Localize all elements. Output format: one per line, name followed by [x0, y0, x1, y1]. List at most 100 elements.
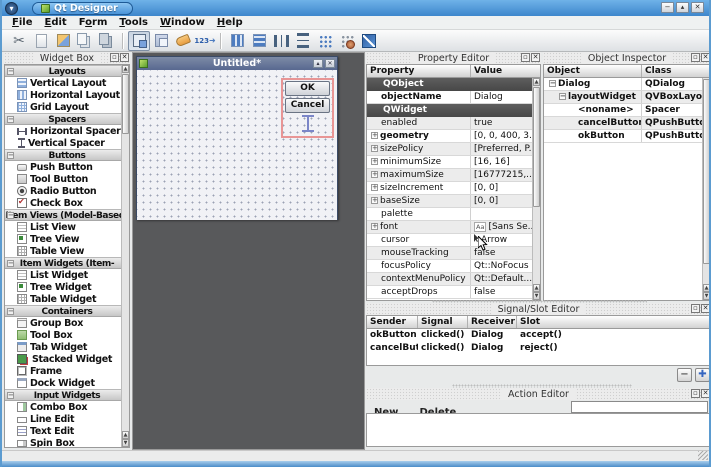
action-list[interactable] [366, 413, 711, 447]
menu-window[interactable]: Window [154, 17, 211, 28]
widget-box-item[interactable]: Stacked Widget [5, 353, 129, 365]
object-inspector-row[interactable]: cancelButtonQPushButton [544, 117, 710, 130]
page-toolbar-button[interactable] [30, 31, 52, 51]
action-editor-float-button[interactable]: ▫ [691, 389, 700, 398]
widget-box-item[interactable]: Frame [5, 365, 129, 377]
widget-box-item[interactable]: Dock Widget [5, 377, 129, 389]
vertical-spacer[interactable] [301, 115, 315, 132]
ok-button[interactable]: OK [285, 81, 330, 96]
object-inspector-row[interactable]: <noname>Spacer [544, 104, 710, 117]
property-row[interactable]: +sizePolicy[Preferred, P... [367, 143, 540, 156]
widget-box-close-button[interactable]: ✕ [120, 53, 129, 62]
scroll-up-icon[interactable]: ▲ [533, 78, 540, 86]
property-row[interactable]: +maximumSize[16777215,... [367, 169, 540, 182]
scroll-thumb[interactable] [122, 74, 129, 134]
grid-toolbar-button[interactable] [314, 31, 336, 51]
collapse-icon[interactable]: − [7, 152, 14, 159]
selected-layout[interactable]: OK Cancel [281, 78, 334, 138]
widget-box-section-buttons[interactable]: −Buttons [5, 149, 129, 161]
menu-help[interactable]: Help [211, 17, 249, 28]
menu-file[interactable]: File [6, 17, 38, 28]
widget-box-item[interactable]: Grid Layout [5, 101, 129, 113]
copy-dark-toolbar-button[interactable] [96, 31, 118, 51]
property-value[interactable]: Qt::Default... [471, 273, 540, 285]
close-button[interactable]: ✕ [691, 2, 704, 13]
widget-box-item[interactable]: Tree Widget [5, 281, 129, 293]
paste-toolbar-button[interactable] [52, 31, 74, 51]
action-editor-close-button[interactable]: ✕ [701, 389, 710, 398]
action-editor-titlebar[interactable]: Action Editor ▫ ✕ [366, 388, 711, 400]
widget-box-item[interactable]: Spin Box [5, 437, 129, 448]
object-inspector-row[interactable]: okButtonQPushButton [544, 130, 710, 143]
widget-box-section-spacers[interactable]: −Spacers [5, 113, 129, 125]
form-shade-button[interactable]: ▴ [313, 59, 323, 68]
property-row[interactable]: acceptDropsfalse [367, 286, 540, 299]
widget-box-item[interactable]: List Widget [5, 269, 129, 281]
expand-icon[interactable]: + [371, 171, 378, 178]
property-editor-close-button[interactable]: ✕ [531, 53, 540, 62]
expand-icon[interactable]: + [371, 132, 378, 139]
signal-slot-float-button[interactable]: ▫ [691, 304, 700, 313]
scroll-down-icon[interactable]: ▼ [122, 439, 129, 447]
column-header[interactable]: Slot [517, 316, 710, 328]
property-row[interactable]: enabledtrue [367, 117, 540, 130]
widget-box-item[interactable]: Text Edit [5, 425, 129, 437]
collapse-icon[interactable]: − [7, 116, 14, 123]
lv-toolbar-button[interactable] [248, 31, 270, 51]
scroll-thumb[interactable] [533, 87, 540, 207]
widget-box-float-button[interactable]: ▫ [110, 53, 119, 62]
break-toolbar-button[interactable] [336, 31, 358, 51]
scroll-thumb[interactable] [703, 79, 710, 264]
action-filter-input[interactable] [571, 401, 708, 413]
object-inspector-row[interactable]: −layoutWidgetQVBoxLayout [544, 91, 710, 104]
collapse-icon[interactable]: − [7, 260, 14, 267]
column-header[interactable]: Value [471, 65, 540, 77]
menu-edit[interactable]: Edit [38, 17, 72, 28]
property-value[interactable]: [0, 0] [471, 195, 540, 207]
widget-box-section-layouts[interactable]: −Layouts [5, 65, 129, 77]
widgets-toolbar-button[interactable] [128, 31, 150, 51]
scroll-down-icon[interactable]: ▼ [533, 292, 540, 300]
widget-box-section-item[interactable]: −Item Widgets (Item-Based) [5, 257, 129, 269]
collapse-icon[interactable]: − [559, 93, 566, 100]
property-row[interactable]: +geometry[0, 0, 400, 3... [367, 130, 540, 143]
property-value[interactable]: [0, 0] [471, 182, 540, 194]
widget-box-item[interactable]: Tab Widget [5, 341, 129, 353]
property-row[interactable]: +minimumSize[16, 16] [367, 156, 540, 169]
widget-box-item[interactable]: Push Button [5, 161, 129, 173]
expand-icon[interactable]: + [371, 223, 378, 230]
signal-slot-close-button[interactable]: ✕ [701, 304, 710, 313]
adjust-toolbar-button[interactable] [358, 31, 380, 51]
widget-box-item[interactable]: Radio Button [5, 185, 129, 197]
column-header[interactable]: Receiver [468, 316, 517, 328]
property-value[interactable]: Dialog [471, 91, 540, 103]
resize-grip[interactable] [698, 451, 708, 460]
property-row[interactable]: focusPolicyQt::NoFocus [367, 260, 540, 273]
menu-form[interactable]: Form [73, 17, 114, 28]
property-value[interactable] [471, 208, 540, 220]
column-header[interactable]: Property [367, 65, 471, 77]
column-header[interactable]: Class [642, 65, 710, 77]
object-inspector-titlebar[interactable]: Object Inspector ▫ ✕ [543, 52, 711, 64]
scroll-up-icon[interactable]: ▲ [122, 65, 129, 73]
widget-box-item[interactable]: Vertical Layout [5, 77, 129, 89]
property-row[interactable]: palette [367, 208, 540, 221]
sv-toolbar-button[interactable] [292, 31, 314, 51]
form-close-button[interactable]: ✕ [325, 59, 335, 68]
property-row[interactable]: +fontAa[Sans Se... [367, 221, 540, 234]
property-group-header[interactable]: QObject [367, 78, 540, 91]
widget-box-item[interactable]: Table View [5, 245, 129, 257]
collapse-icon[interactable]: − [7, 68, 14, 75]
property-group-header[interactable]: QWidget [367, 104, 540, 117]
property-value[interactable]: [16, 16] [471, 156, 540, 168]
widget-box-item[interactable]: Combo Box [5, 401, 129, 413]
column-header[interactable]: Sender [367, 316, 418, 328]
property-value[interactable]: Qt::NoFocus [471, 260, 540, 272]
copy-toolbar-button[interactable] [74, 31, 96, 51]
add-connection-button[interactable]: ✚ [695, 368, 710, 382]
object-inspector-row[interactable]: −DialogQDialog [544, 78, 710, 91]
minimize-button[interactable]: − [661, 2, 674, 13]
property-editor-float-button[interactable]: ▫ [521, 53, 530, 62]
widget-box-titlebar[interactable]: Widget Box ▫ ✕ [4, 52, 130, 64]
lh-toolbar-button[interactable] [226, 31, 248, 51]
